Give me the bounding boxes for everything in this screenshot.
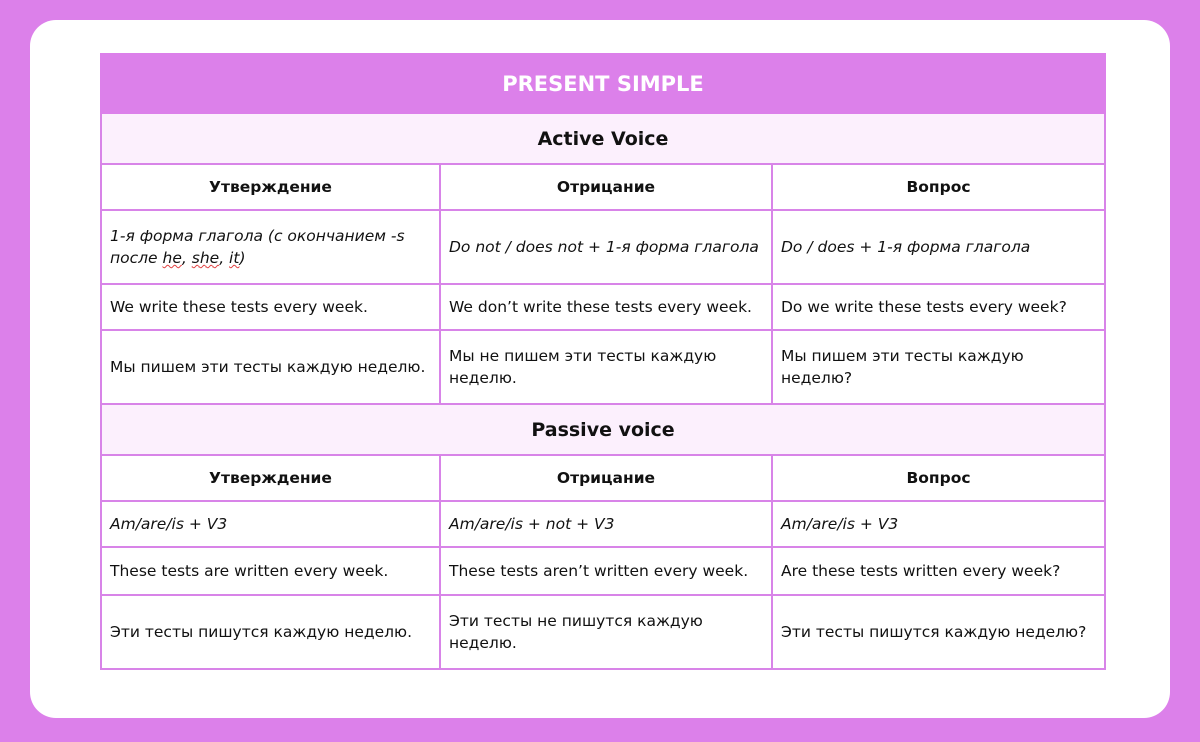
column-header: Вопрос: [770, 454, 1107, 502]
table-cell: Эти тесты пишутся каждую неделю.: [100, 594, 441, 670]
column-header: Утверждение: [100, 163, 441, 211]
table-cell: Do not / does not + 1-я форма глагола: [439, 209, 773, 285]
table-cell: These tests aren’t written every week.: [439, 546, 773, 596]
section-row: Passive voice: [99, 403, 1107, 456]
table-cell: We don’t write these tests every week.: [439, 283, 773, 331]
table-row-translation: Эти тесты пишутся каждую неделю. Эти тест…: [100, 594, 1107, 670]
table-row-formula: Am/are/is + V3 Am/are/is + not + V3 Am/are…: [100, 500, 1107, 548]
column-header: Отрицание: [439, 163, 773, 211]
column-header: Вопрос: [770, 163, 1107, 211]
table-cell: Эти тесты пишутся каждую неделю?: [770, 594, 1107, 670]
table-row-formula: 1-я форма глагола (с окончанием -s после…: [100, 209, 1107, 285]
table-title: PRESENT SIMPLE: [99, 53, 1107, 114]
table-cell: Мы не пишем эти тесты каждую неделю.: [439, 329, 773, 405]
table-cell: Are these tests written every week?: [770, 546, 1107, 596]
section-title: Active Voice: [99, 112, 1107, 165]
table-cell: Am/are/is + V3: [770, 500, 1107, 548]
table-cell: 1-я форма глагола (с окончанием -s после…: [100, 209, 441, 285]
table-cell: Мы пишем эти тесты каждую неделю.: [100, 329, 441, 405]
section-title: Passive voice: [99, 403, 1107, 456]
header-row: Утверждение Отрицание Вопрос: [100, 454, 1107, 502]
table-cell: Do / does + 1-я форма глагола: [770, 209, 1107, 285]
section-row: Active Voice: [99, 112, 1107, 165]
column-header: Отрицание: [439, 454, 773, 502]
header-row: Утверждение Отрицание Вопрос: [100, 163, 1107, 211]
present-simple-table: PRESENT SIMPLE Active Voice Утверждение От…: [99, 53, 1107, 670]
table-row-example: These tests are written every week. These…: [100, 546, 1107, 596]
table-cell: These tests are written every week.: [100, 546, 441, 596]
table-row-example: We write these tests every week. We don’t…: [100, 283, 1107, 331]
column-header: Утверждение: [100, 454, 441, 502]
table-row-translation: Мы пишем эти тесты каждую неделю. Мы не п…: [100, 329, 1107, 405]
table-cell: We write these tests every week.: [100, 283, 441, 331]
table-cell: Эти тесты не пишутся каждую неделю.: [439, 594, 773, 670]
table-cell: Am/are/is + V3: [100, 500, 441, 548]
title-row: PRESENT SIMPLE: [99, 53, 1107, 114]
table-cell: Мы пишем эти тесты каждую неделю?: [770, 329, 1107, 405]
table-cell: Do we write these tests every week?: [770, 283, 1107, 331]
table-cell: Am/are/is + not + V3: [439, 500, 773, 548]
